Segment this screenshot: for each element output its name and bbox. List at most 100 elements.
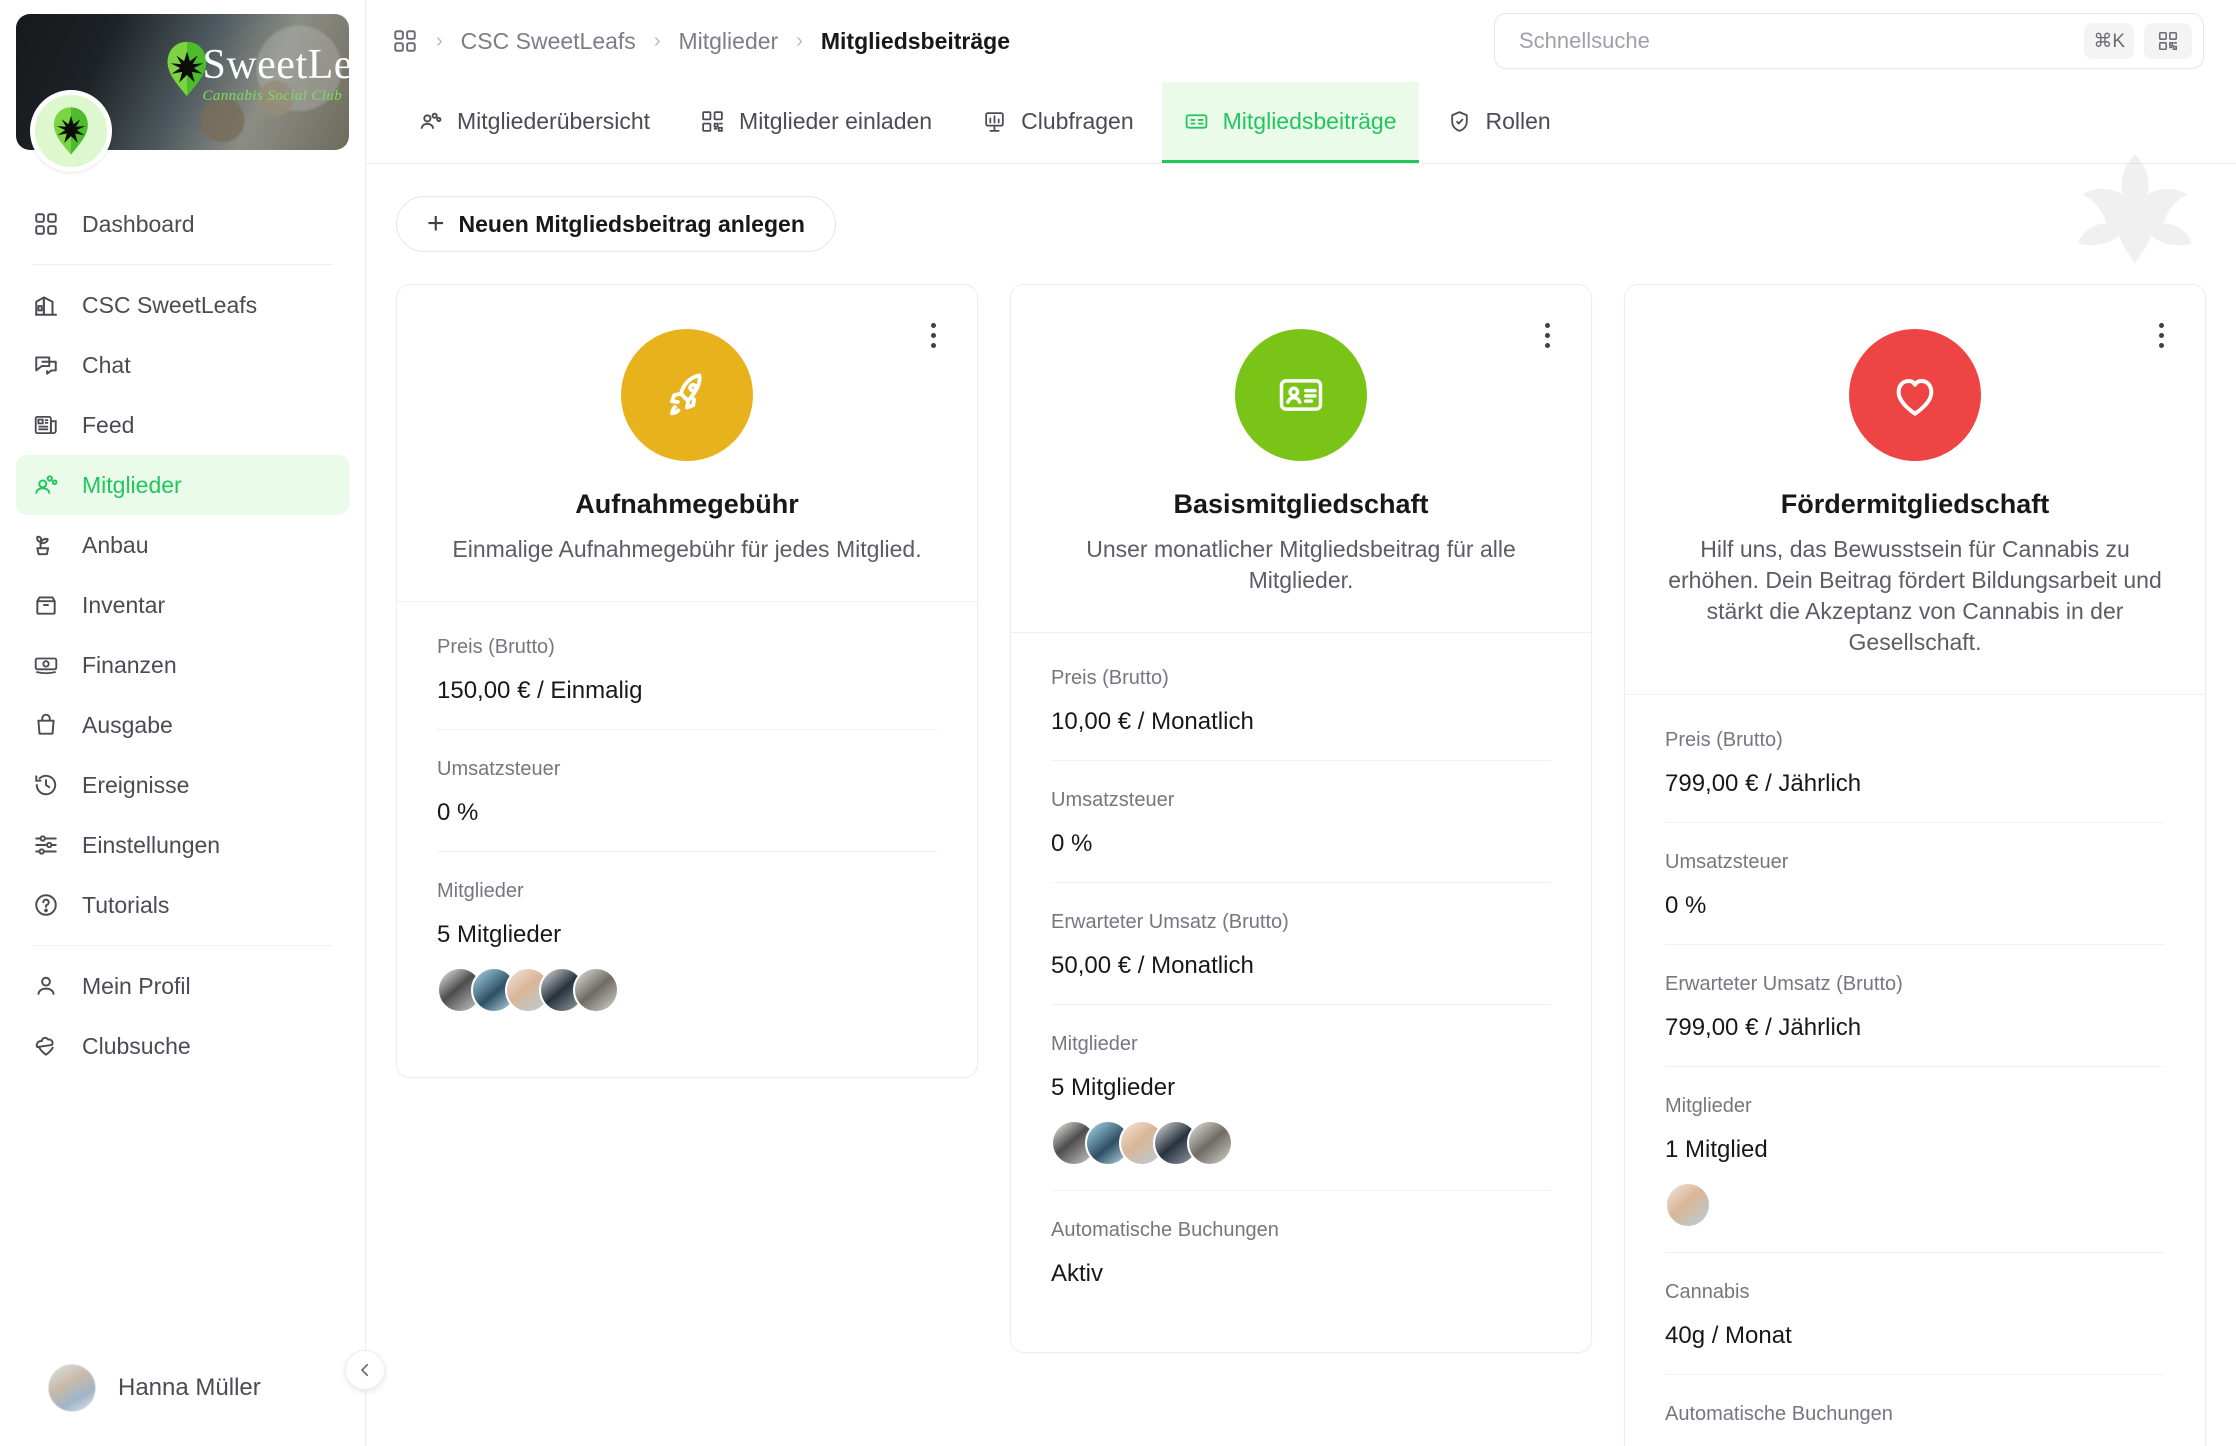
field-label: Erwarteter Umsatz (Brutto) xyxy=(1051,911,1289,934)
field-label: Preis (Brutto) xyxy=(437,636,555,659)
avatar xyxy=(1187,1120,1233,1167)
content-area: + Neuen Mitgliedsbeitrag anlegen Aufnahm… xyxy=(366,164,2236,1446)
plant-pot-icon xyxy=(32,531,60,559)
tab-label: Rollen xyxy=(1485,107,1551,134)
sidebar-item-ereignisse[interactable]: Ereignisse xyxy=(16,755,349,815)
sidebar-item-csc-sweetleafs[interactable]: CSC SweetLeafs xyxy=(16,275,349,335)
field-label: Mitglieder xyxy=(1051,1033,1138,1056)
qr-code-icon xyxy=(700,109,725,134)
field-value: 0 % xyxy=(1665,892,1707,920)
question-circle-icon xyxy=(32,891,60,919)
member-avatar-group[interactable] xyxy=(1051,1120,1551,1167)
sidebar-item-label: Clubsuche xyxy=(82,1032,191,1059)
card-field: Mitglieder 5 Mitglieder xyxy=(1051,1005,1551,1192)
sidebar-item-clubsuche[interactable]: Clubsuche xyxy=(16,1016,349,1076)
search-container: ⌘K xyxy=(1494,13,2204,69)
field-label: Mitglieder xyxy=(1665,1095,1752,1118)
shortcut-badge[interactable]: ⌘K xyxy=(2084,23,2134,59)
sidebar-item-ausgabe[interactable]: Ausgabe xyxy=(16,695,349,755)
member-avatar-group[interactable] xyxy=(1665,1182,2165,1229)
app-root: SweetLeafs Cannabis Social Club xyxy=(0,0,2236,1446)
sidebar-item-einstellungen[interactable]: Einstellungen xyxy=(16,815,349,875)
tab-label: Clubfragen xyxy=(1021,107,1134,134)
main-area: › CSC SweetLeafs › Mitglieder › Mitglied… xyxy=(366,0,2236,1446)
field-value: 50,00 € / Monatlich xyxy=(1051,952,1254,980)
sidebar-item-mein-profil[interactable]: Mein Profil xyxy=(16,956,349,1016)
grid-icon xyxy=(32,210,60,238)
field-label: Erwarteter Umsatz (Brutto) xyxy=(1665,973,1903,996)
card-field: Umsatzsteuer 0 % xyxy=(1051,761,1551,884)
sidebar-divider xyxy=(32,264,333,265)
card-icon-id-card xyxy=(1235,329,1367,461)
brand-name: SweetLeafs xyxy=(202,41,349,88)
sidebar-item-label: Chat xyxy=(82,351,131,378)
sidebar-item-inventar[interactable]: Inventar xyxy=(16,575,349,635)
field-value: 150,00 € / Einmalig xyxy=(437,677,643,705)
card-body: Preis (Brutto) 150,00 € / Einmalig Umsat… xyxy=(397,602,977,1077)
users-icon xyxy=(32,471,60,499)
card-field: Erwarteter Umsatz (Brutto) 50,00 € / Mon… xyxy=(1051,883,1551,1006)
membership-fee-card: Fördermitgliedschaft Hilf uns, das Bewus… xyxy=(1624,284,2206,1446)
shopping-bag-icon xyxy=(32,711,60,739)
tab-mitglieder-einladen[interactable]: Mitglieder einladen xyxy=(678,82,954,163)
chevron-left-icon xyxy=(361,1363,369,1377)
user-icon xyxy=(32,972,60,1000)
new-membership-fee-button[interactable]: + Neuen Mitgliedsbeitrag anlegen xyxy=(396,196,836,252)
field-value: 5 Mitglieder xyxy=(437,921,562,949)
building-icon xyxy=(32,291,60,319)
grid-icon[interactable] xyxy=(392,28,418,54)
sidebar-item-mitglieder[interactable]: Mitglieder xyxy=(16,455,349,515)
breadcrumb: › CSC SweetLeafs › Mitglieder › Mitglied… xyxy=(436,28,1010,55)
banknote-icon xyxy=(32,651,60,679)
member-avatar-group[interactable] xyxy=(437,967,937,1014)
tab-rollen[interactable]: Rollen xyxy=(1425,82,1573,163)
sidebar-item-dashboard[interactable]: Dashboard xyxy=(16,194,349,254)
card-field: Cannabis 40g / Monat xyxy=(1665,1253,2165,1376)
sidebar-profile[interactable]: Hanna Müller xyxy=(16,1338,349,1446)
avatar xyxy=(573,967,619,1014)
sidebar-item-anbau[interactable]: Anbau xyxy=(16,515,349,575)
sidebar-collapse-button[interactable] xyxy=(345,1350,385,1390)
brand-text: SweetLeafs Cannabis Social Club xyxy=(202,44,349,105)
club-avatar[interactable] xyxy=(30,90,112,172)
breadcrumb-separator: › xyxy=(653,29,661,52)
field-label: Umsatzsteuer xyxy=(1051,789,1175,812)
breadcrumb-item-club[interactable]: CSC SweetLeafs xyxy=(461,28,636,55)
tab-mitgliederuebersicht[interactable]: Mitgliederübersicht xyxy=(396,82,672,163)
more-vertical-icon[interactable] xyxy=(915,317,951,353)
sidebar-item-chat[interactable]: Chat xyxy=(16,335,349,395)
field-label: Preis (Brutto) xyxy=(1665,729,1783,752)
breadcrumb-item-current: Mitgliedsbeiträge xyxy=(820,27,1011,54)
newspaper-icon xyxy=(32,411,60,439)
avatar xyxy=(48,1364,96,1412)
sidebar-footer: Hanna Müller xyxy=(0,1338,365,1446)
more-vertical-icon[interactable] xyxy=(1529,317,1565,353)
sidebar-item-feed[interactable]: Feed xyxy=(16,395,349,455)
sidebar-divider-2 xyxy=(32,945,333,946)
field-value: 5 Mitglieder xyxy=(1051,1074,1176,1102)
tab-clubfragen[interactable]: Clubfragen xyxy=(960,82,1156,163)
brand-header: SweetLeafs Cannabis Social Club xyxy=(0,0,365,172)
sidebar-item-label: Inventar xyxy=(82,591,166,618)
plus-icon: + xyxy=(427,207,445,240)
sidebar-item-label: Ereignisse xyxy=(82,771,190,798)
card-field: Erwarteter Umsatz (Brutto) 799,00 € / Jä… xyxy=(1665,945,2165,1068)
more-vertical-icon[interactable] xyxy=(2143,317,2179,353)
breadcrumb-item-mitglieder[interactable]: Mitglieder xyxy=(678,28,778,55)
card-icon-rocket xyxy=(621,329,753,461)
sidebar-item-label: Mein Profil xyxy=(82,972,191,999)
club-search-icon xyxy=(32,1032,60,1060)
tab-label: Mitglieder einladen xyxy=(739,107,933,134)
card-header: Basismitgliedschaft Unser monatlicher Mi… xyxy=(1011,285,1591,634)
qr-code-icon[interactable] xyxy=(2144,23,2192,59)
avatar xyxy=(1665,1182,1711,1229)
sidebar-item-tutorials[interactable]: Tutorials xyxy=(16,875,349,935)
tab-label: Mitgliederübersicht xyxy=(457,107,651,134)
sidebar-item-finanzen[interactable]: Finanzen xyxy=(16,635,349,695)
sidebar-item-label: Mitglieder xyxy=(82,471,182,498)
sidebar-item-label: Ausgabe xyxy=(82,711,173,738)
card-title: Aufnahmegebühr xyxy=(575,489,799,519)
tab-mitgliedsbeitraege[interactable]: Mitgliedsbeiträge xyxy=(1161,82,1419,163)
ticket-icon xyxy=(1184,109,1209,134)
shield-check-icon xyxy=(1447,109,1472,134)
